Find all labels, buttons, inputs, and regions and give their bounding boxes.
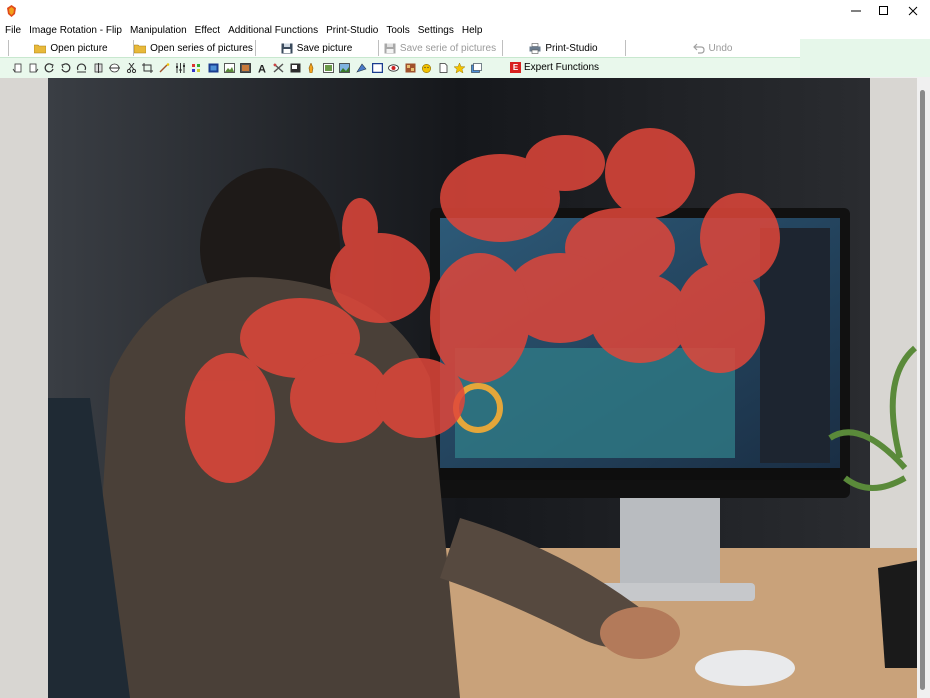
rotate-left-page-icon[interactable] — [12, 63, 23, 73]
maximize-button[interactable] — [868, 0, 900, 22]
color-replace-icon[interactable] — [356, 63, 367, 73]
open-picture-label: Open picture — [50, 42, 108, 54]
open-series-button[interactable]: Open series of pictures — [132, 40, 256, 56]
floppy-disk-icon — [384, 43, 396, 53]
brightness-icon[interactable] — [323, 63, 334, 73]
collage-icon[interactable] — [405, 63, 416, 73]
close-button[interactable] — [897, 0, 929, 22]
menu-help[interactable]: Help — [458, 22, 487, 39]
image-frame-icon[interactable] — [208, 63, 219, 73]
crop-icon[interactable] — [142, 63, 153, 73]
flip-vertical-icon[interactable] — [93, 63, 104, 73]
main-toolbar: Open picture Open series of pictures Sav… — [0, 39, 800, 58]
app-logo-icon — [7, 5, 16, 17]
menu-bar: File Image Rotation - Flip Manipulation … — [0, 22, 930, 39]
save-picture-label: Save picture — [296, 42, 353, 54]
expert-functions-label: Expert Functions — [524, 62, 600, 73]
open-picture-button[interactable]: Open picture — [8, 40, 134, 56]
printer-icon — [529, 42, 541, 54]
photo-icon[interactable] — [240, 63, 251, 73]
print-studio-button[interactable]: Print-Studio — [502, 40, 626, 56]
menu-effect[interactable]: Effect — [191, 22, 224, 39]
image-icon[interactable] — [224, 63, 235, 73]
levels-icon[interactable] — [175, 63, 186, 73]
flip-horizontal-icon[interactable] — [109, 63, 120, 73]
tools-toolbar: A E Expert Functions — [0, 57, 800, 79]
loaded-image — [0, 78, 930, 698]
menu-tools[interactable]: Tools — [382, 22, 413, 39]
batch-icon[interactable] — [471, 63, 482, 73]
tools-cross-icon[interactable] — [273, 63, 284, 73]
save-series-label: Save serie of pictures — [399, 42, 497, 54]
scrollbar-thumb[interactable] — [920, 90, 925, 690]
floppy-disk-icon — [281, 43, 293, 53]
rotate-cw-icon[interactable] — [60, 63, 71, 73]
menu-image-rotation[interactable]: Image Rotation - Flip — [25, 22, 126, 39]
menu-settings[interactable]: Settings — [414, 22, 458, 39]
save-picture-button[interactable]: Save picture — [255, 40, 379, 56]
red-eye-icon[interactable] — [388, 63, 399, 73]
menu-print-studio[interactable]: Print-Studio — [322, 22, 382, 39]
minimize-icon — [851, 10, 861, 12]
star-icon[interactable] — [454, 63, 465, 73]
folder-icon — [34, 44, 47, 53]
menu-additional-functions[interactable]: Additional Functions — [224, 22, 322, 39]
undo-label: Undo — [708, 42, 733, 54]
svg-text:A: A — [258, 64, 266, 74]
undo-icon — [692, 43, 705, 54]
maximize-icon — [879, 6, 888, 15]
brush-icon[interactable] — [306, 63, 317, 73]
expert-badge-icon: E — [510, 62, 521, 73]
rotate-right-page-icon[interactable] — [28, 63, 39, 73]
cut-icon[interactable] — [126, 63, 137, 73]
undo-button[interactable]: Undo — [625, 40, 800, 56]
landscape-icon[interactable] — [339, 63, 350, 73]
close-icon — [908, 6, 918, 16]
face-icon[interactable] — [421, 63, 432, 73]
page-icon[interactable] — [438, 63, 449, 73]
open-series-label: Open series of pictures — [150, 42, 253, 54]
print-studio-label: Print-Studio — [545, 42, 598, 54]
menu-file[interactable]: File — [0, 22, 25, 39]
text-tool-icon[interactable]: A — [257, 63, 268, 74]
save-series-button[interactable]: Save serie of pictures — [378, 40, 503, 56]
color-channels-icon[interactable] — [191, 63, 202, 73]
frame-icon[interactable] — [372, 63, 383, 73]
rotate-180-icon[interactable] — [76, 63, 87, 73]
magic-wand-icon[interactable] — [159, 63, 170, 73]
title-bar — [0, 0, 930, 22]
toolbar-filler — [800, 39, 930, 77]
folder-icon — [134, 44, 147, 53]
menu-manipulation[interactable]: Manipulation — [126, 22, 191, 39]
rotate-ccw-icon[interactable] — [44, 63, 55, 73]
image-canvas[interactable] — [0, 78, 930, 698]
insert-image-icon[interactable] — [290, 63, 301, 73]
vertical-scrollbar[interactable] — [917, 78, 930, 698]
expert-functions-button[interactable]: E Expert Functions — [510, 62, 599, 73]
